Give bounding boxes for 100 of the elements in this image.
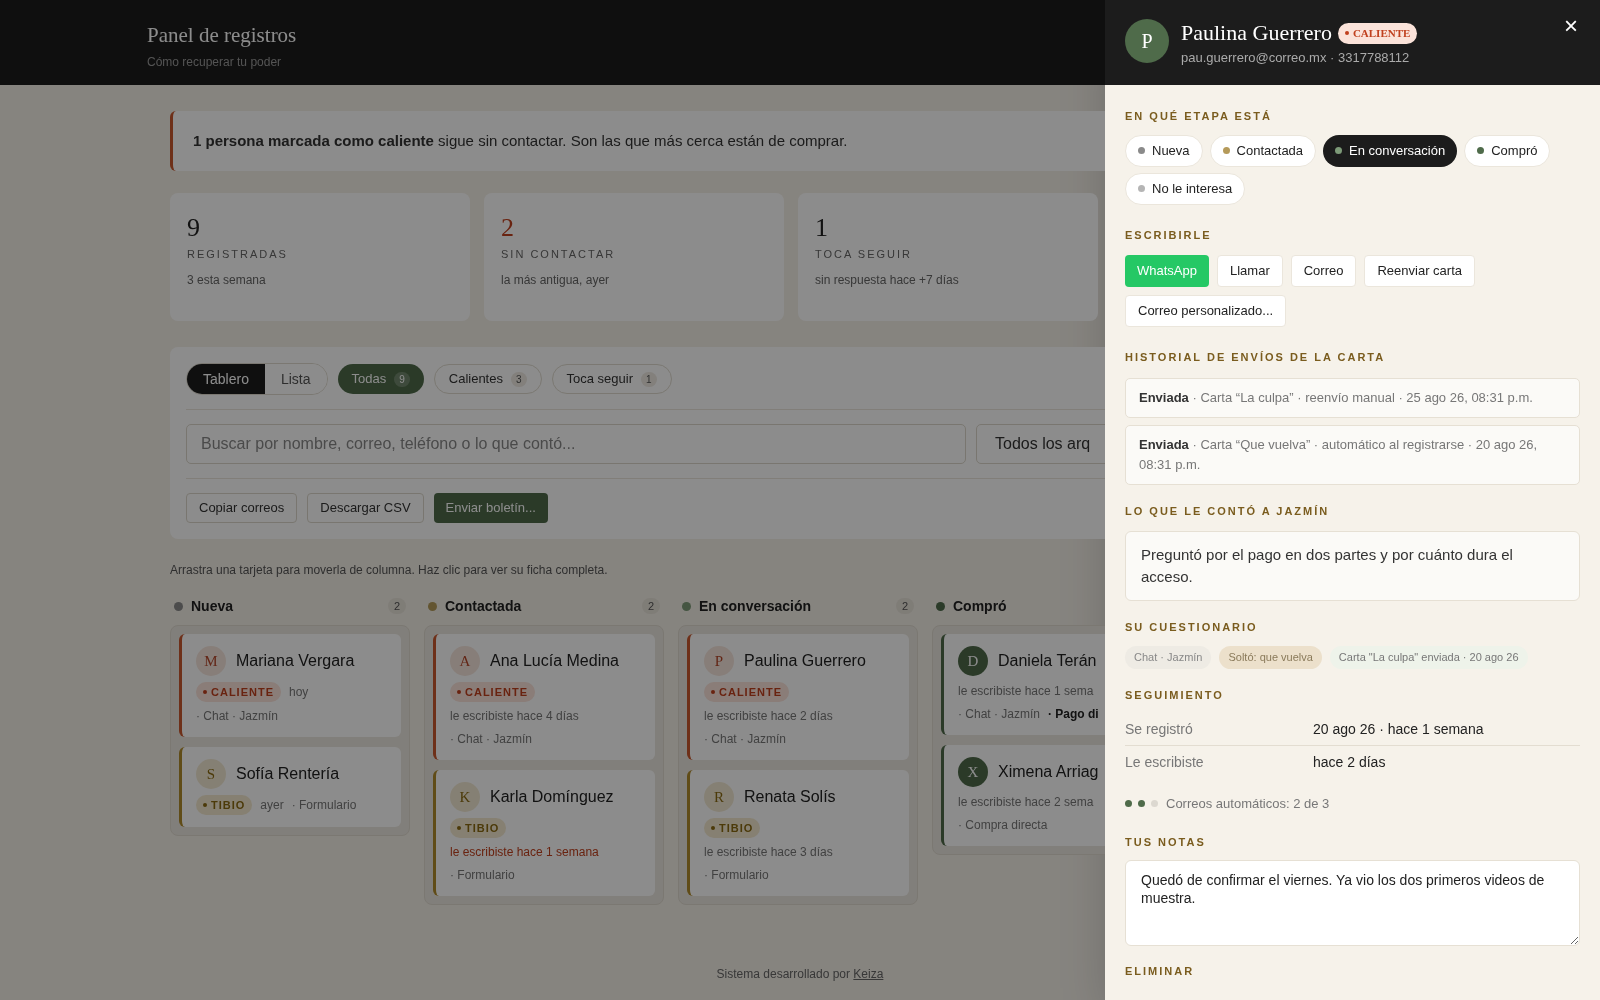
avatar: X: [958, 757, 988, 787]
lead-card[interactable]: M Mariana Vergara CALIENTE hoy · Chat · Jazmín: [179, 634, 401, 737]
card-meta: ayer: [260, 797, 284, 814]
lead-card[interactable]: P Paulina Guerrero CALIENTE le escribiste hace 2 días · Chat · Jazmín: [687, 634, 909, 760]
field-label: Le escribiste: [1125, 753, 1205, 772]
lead-name: Daniela Terán: [998, 651, 1097, 671]
avatar: D: [958, 646, 988, 676]
stage-option[interactable]: Nueva: [1125, 134, 1203, 167]
action-button[interactable]: Copiar correos: [186, 493, 298, 523]
lead-name: Paulina Guerrero: [1181, 19, 1332, 47]
section-heading: LO QUE LE CONTÓ A JAZMÍN: [1125, 503, 1331, 519]
stat-note: sin respuesta hace +7 días: [815, 271, 960, 289]
page-title: Panel de registros: [147, 22, 298, 49]
stat-value: 2: [501, 213, 515, 243]
temperature-badge: CALIENTE: [450, 682, 535, 702]
card-meta: le escribiste hace 1 sema: [958, 683, 1094, 700]
stage-option[interactable]: Contactada: [1209, 134, 1317, 167]
avatar: S: [196, 759, 226, 789]
column-title: Nueva: [191, 596, 234, 616]
avatar: A: [450, 646, 480, 676]
section-heading: TUS NOTAS: [1125, 834, 1207, 850]
card-meta: le escribiste hace 2 días: [704, 708, 833, 725]
search-field[interactable]: Buscar por nombre, correo, teléfono o lo que contó...: [186, 424, 966, 464]
lead-card[interactable]: D Daniela Terán le escribiste hace 1 sema · Chat · Jazmín · Pago di: [941, 634, 1105, 735]
card-meta: le escribiste hace 1 semana: [450, 844, 599, 861]
count-badge: 2: [387, 597, 406, 615]
quiz-tag: Carta "La culpa" enviada · 20 ago 26: [1329, 645, 1528, 669]
action-button[interactable]: Descargar CSV: [307, 493, 424, 523]
card-meta: · Pago di: [1048, 706, 1099, 723]
field-label: Se registró: [1125, 719, 1194, 739]
column-title: En conversación: [699, 596, 812, 616]
stat-value: 9: [187, 213, 201, 243]
column-title: Compró: [953, 596, 1007, 616]
footer-credit: Sistema desarrollado por Keiza: [716, 966, 884, 983]
quiz-tag: Soltó: que vuelva: [1219, 645, 1322, 669]
field-value: 20 ago 26 · hace 1 semana: [1313, 719, 1484, 739]
story-text: Preguntó por el pago en dos partes y por cuánto dura el acceso.: [1125, 531, 1580, 601]
notes-field[interactable]: Quedó de confirmar el viernes. Ya vio los dos primeros videos de muestra.: [1125, 860, 1580, 946]
contact-button[interactable]: Reenviar carta: [1364, 255, 1476, 287]
temperature-badge: TIBIO: [450, 818, 507, 838]
stage-option[interactable]: En conversación: [1323, 134, 1458, 167]
lead-name: Sofía Rentería: [236, 764, 340, 784]
stage-option[interactable]: No le interesa: [1125, 172, 1246, 205]
lead-name: Renata Solís: [744, 787, 836, 807]
card-meta: le escribiste hace 3 días: [704, 844, 833, 861]
avatar: M: [196, 646, 226, 676]
temperature-badge: CALIENTE: [704, 682, 789, 702]
stat-note: 3 esta semana: [187, 271, 267, 289]
filter-chip[interactable]: Toca seguir 1: [551, 364, 672, 394]
count-badge: 3: [510, 371, 527, 387]
lead-name: Ximena Arriag: [998, 762, 1099, 782]
lead-card[interactable]: X Ximena Arriag le escribiste hace 2 sema · Compra directa: [941, 745, 1105, 846]
close-button[interactable]: ×: [1564, 14, 1578, 38]
card-meta: · Formulario: [704, 867, 769, 884]
contact-button[interactable]: Correo personalizado...: [1125, 295, 1287, 327]
stat-label: TOCA SEGUIR: [815, 247, 913, 262]
lead-card[interactable]: A Ana Lucía Medina CALIENTE le escribiste hace 4 días · Chat · Jazmín: [433, 634, 655, 760]
filter-chip[interactable]: Calientes 3: [433, 364, 542, 394]
card-meta: · Formulario: [291, 797, 357, 814]
card-meta: · Formulario: [450, 867, 515, 884]
stat-label: SIN CONTACTAR: [501, 247, 617, 262]
contact-button[interactable]: Llamar: [1217, 255, 1283, 287]
credit-link[interactable]: Keiza: [853, 967, 884, 981]
lead-name: Paulina Guerrero: [744, 651, 866, 671]
card-meta: · Chat · Jazmín: [450, 731, 533, 748]
history-entry: Enviada · Carta “La culpa” · reenvío manual · 25 ago 26, 08:31 p.m.: [1125, 377, 1580, 418]
section-heading: ESCRIBIRLE: [1125, 227, 1213, 243]
lead-card[interactable]: R Renata Solís TIBIO le escribiste hace 3 días · Formulario: [687, 770, 909, 896]
count-badge: 1: [641, 371, 657, 387]
card-meta: · Chat · Jazmín: [196, 708, 279, 725]
view-tab[interactable]: Tablero: [187, 364, 265, 394]
filter-chip[interactable]: Todas 9: [337, 364, 424, 394]
lead-card[interactable]: S Sofía Rentería TIBIO ayer · Formulario: [179, 747, 401, 827]
avatar: P: [1125, 19, 1169, 63]
stat-label: REGISTRADAS: [187, 247, 289, 262]
card-meta: le escribiste hace 2 sema: [958, 794, 1094, 811]
temperature-badge: CALIENTE: [196, 682, 281, 702]
section-heading: SEGUIMIENTO: [1125, 687, 1225, 703]
section-heading: ELIMINAR: [1125, 964, 1196, 979]
auto-email-status: Correos automáticos: 2 de 3: [1166, 795, 1330, 813]
temperature-badge: CALIENTE: [1337, 22, 1418, 44]
stage-option[interactable]: Compró: [1464, 134, 1551, 167]
temperature-badge: TIBIO: [196, 795, 253, 815]
card-meta: · Compra directa: [958, 817, 1048, 834]
card-meta: hoy: [289, 684, 309, 701]
lead-name: Ana Lucía Medina: [490, 651, 619, 671]
lead-card[interactable]: K Karla Domínguez TIBIO le escribiste hace 1 semana · Formulario: [433, 770, 655, 896]
page-subtitle: Cómo recuperar tu poder: [147, 53, 283, 71]
card-meta: · Chat · Jazmín: [958, 706, 1041, 723]
section-heading: EN QUÉ ETAPA ESTÁ: [1125, 109, 1273, 124]
action-button[interactable]: Enviar boletín...: [433, 493, 548, 523]
hint-text: Arrastra una tarjeta para moverla de columna. Haz clic para ver su ficha completa.: [170, 562, 609, 579]
lead-name: Mariana Vergara: [236, 651, 355, 671]
contact-info: pau.guerrero@correo.mx · 3317788112: [1181, 49, 1411, 67]
stat-note: la más antigua, ayer: [501, 271, 611, 289]
contact-button[interactable]: Correo: [1290, 255, 1357, 287]
section-heading: SU CUESTIONARIO: [1125, 620, 1259, 635]
temperature-badge: TIBIO: [704, 818, 761, 838]
lead-name: Karla Domínguez: [490, 787, 614, 807]
quiz-tag: Chat · Jazmín: [1125, 645, 1212, 669]
